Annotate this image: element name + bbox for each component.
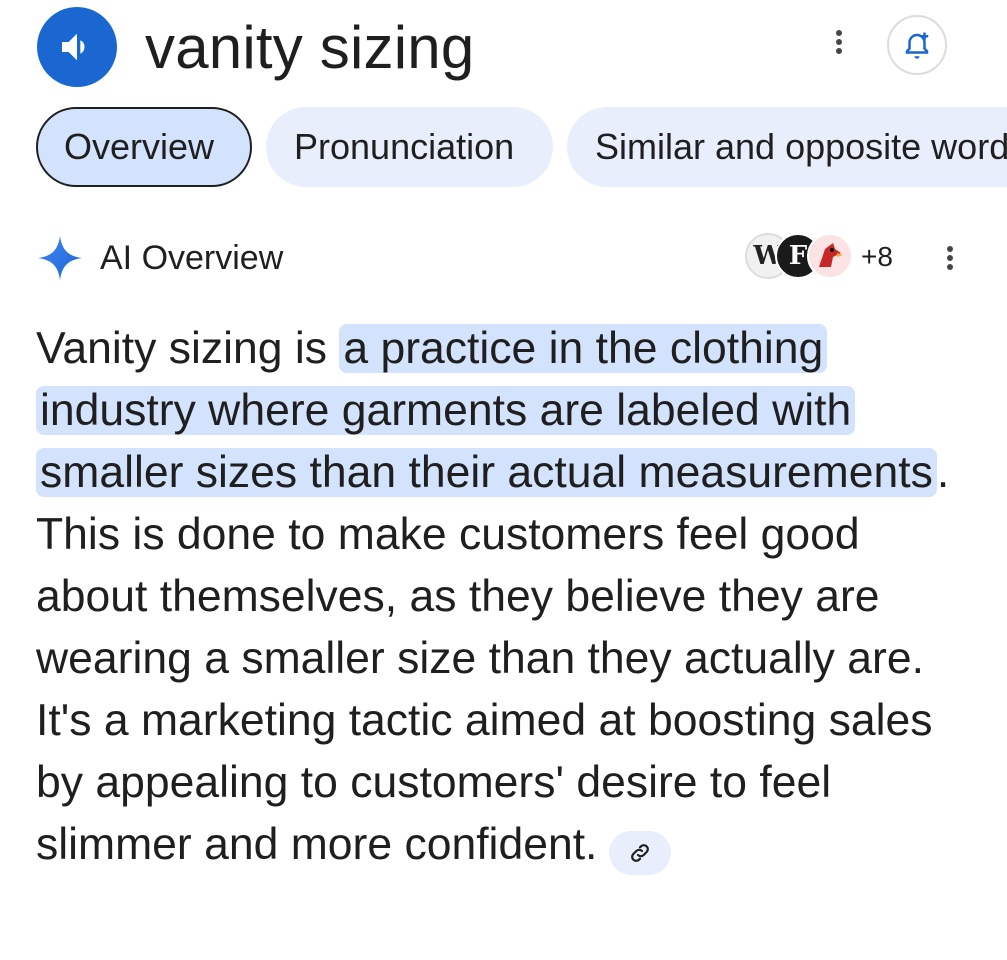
more-vert-icon[interactable] [935,238,965,278]
tab-similar-opposite-words[interactable]: Similar and opposite words [567,107,1007,187]
volume-up-icon [62,33,85,61]
subscribe-button[interactable] [887,15,947,75]
overview-rest: . This is done to make customers feel go… [36,448,950,869]
page-title: vanity sizing [145,14,475,81]
more-vert-icon[interactable] [824,22,854,62]
tab-pronunciation[interactable]: Pronunciation [266,107,553,187]
pronounce-button[interactable] [37,7,117,87]
source-link-button[interactable] [609,831,672,875]
more-sources-count: +8 [861,241,893,272]
bell-add-icon [905,32,929,59]
search-result-page: vanity sizing Overview Pronunciation Sim… [0,0,1007,960]
ai-overview-label: AI Overview [100,239,284,277]
overview-intro: Vanity sizing is [36,324,340,373]
tab-label: Similar and opposite words [595,126,1007,167]
tab-overview[interactable]: Overview [36,107,252,187]
ai-overview-text: Vanity sizing is a practice in the cloth… [36,318,976,876]
tab-label: Overview [64,126,215,167]
link-icon [631,844,650,862]
tab-label: Pronunciation [294,126,515,167]
cardinal-favicon-icon [807,233,853,279]
sparkle-icon [38,236,82,280]
